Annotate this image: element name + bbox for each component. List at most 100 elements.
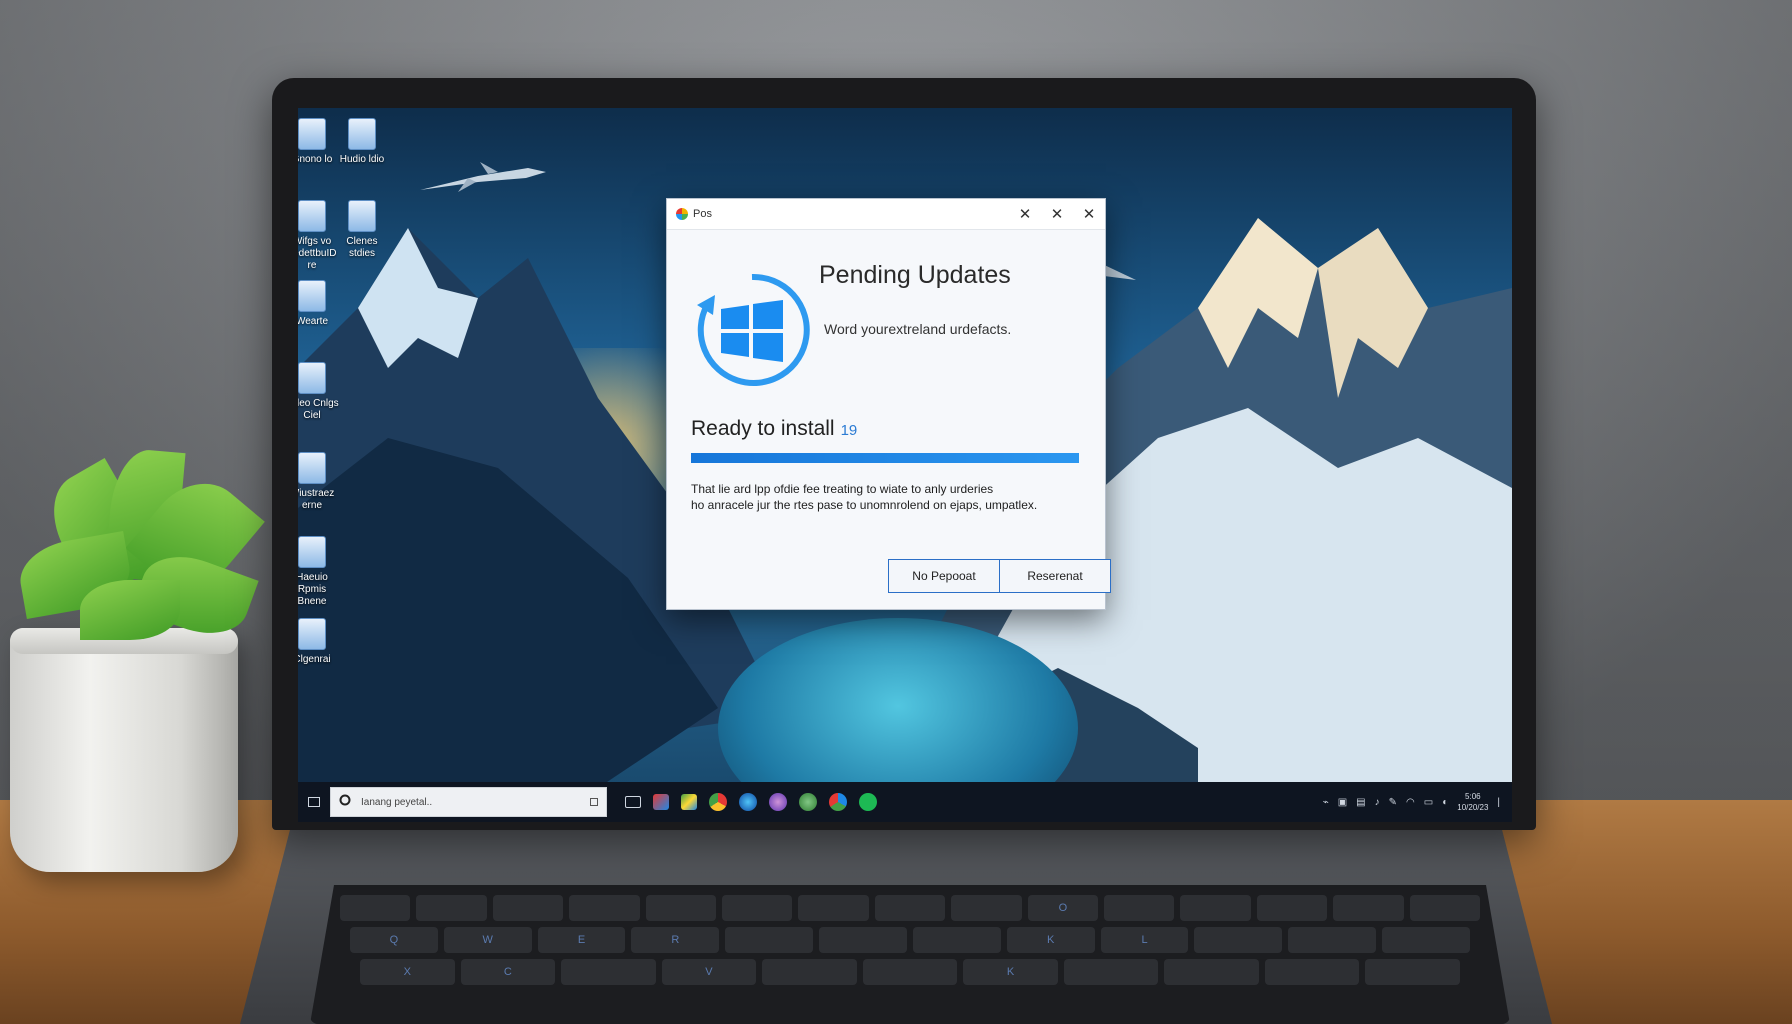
tray-battery-icon[interactable]: ▭ [1424, 797, 1433, 808]
taskbar: ⌁ ▣ ▤ ♪ ✎ ◠ ▭ ◐ 5:06 10/20/23 | [298, 782, 1512, 822]
chat-app-icon[interactable] [799, 793, 817, 811]
dialog-subtitle: Word yourextreland urdefacts. [824, 321, 1012, 337]
plant-pot [10, 628, 238, 872]
desktop-icon-label: Hudio ldio [339, 154, 385, 165]
keyboard-key [1365, 959, 1461, 985]
keyboard-key: V [661, 959, 757, 985]
keyboard-key: L [1100, 927, 1189, 953]
keyboard-key [874, 895, 946, 921]
task-view-button[interactable] [298, 797, 330, 807]
keyboard-key [819, 927, 907, 953]
keyboard-row-q: QWER KL [350, 927, 1470, 953]
status-label: Ready to install [691, 417, 835, 440]
keyboard-key [561, 959, 656, 985]
browser-app-icon[interactable] [709, 793, 727, 811]
keyboard: O QWERKL XCVK [310, 885, 1510, 1024]
dialog-window-title: Pos [693, 208, 712, 220]
keyboard-key: C [460, 959, 556, 985]
edge-app-icon[interactable] [739, 793, 757, 811]
dialog-heading: Pending Updates [819, 261, 1011, 289]
keyboard-key [492, 895, 564, 921]
photos-app-icon[interactable] [681, 794, 697, 810]
keyboard-key [1409, 895, 1481, 921]
keyboard-key [645, 895, 717, 921]
network-icon[interactable]: ⌁ [1323, 797, 1329, 808]
desktop-file-icon [298, 118, 326, 150]
desktop-icon-label: Wiustraez erne [298, 488, 335, 511]
tray-pen-icon[interactable]: ✎ [1389, 797, 1397, 808]
maximize-button[interactable]: ✕ [1041, 199, 1073, 229]
desktop-icon[interactable]: Clgenrai [298, 618, 342, 666]
desktop-screen: Gnono loHudio ldioWifgs vo pedettbuID re… [298, 108, 1512, 822]
app-icon [676, 208, 688, 220]
keyboard-key [1256, 895, 1328, 921]
keyboard-row-z: XC V K [360, 959, 1461, 985]
desktop-icon[interactable]: Clenes stdies [332, 200, 392, 260]
desktop-icon-label: Haeuio Rpmis Bnene [298, 572, 328, 607]
desktop-icon[interactable]: Hudio ldio [332, 118, 392, 166]
keyboard-key [1333, 895, 1404, 921]
no-postpone-button[interactable]: No Pepooat [889, 560, 999, 592]
keyboard-key: K [1006, 927, 1095, 953]
desktop-icon[interactable]: Wearte [298, 280, 342, 328]
jet-left-icon [420, 162, 546, 192]
dialog-body-line2: ho anracele jur the rtes pase to unomnro… [691, 498, 1038, 512]
desktop-file-icon [348, 118, 376, 150]
keyboard-key [862, 959, 958, 985]
tray-music-icon[interactable]: ♪ [1375, 797, 1380, 808]
desktop-file-icon [298, 536, 326, 568]
keyboard-key [798, 895, 869, 921]
desktop-icon[interactable]: Fldeo Cnlgs Ciel [298, 362, 342, 422]
dialog-body: That lie ard lpp ofdie fee treating to w… [691, 481, 1091, 513]
window-icon[interactable] [625, 796, 641, 808]
desktop-icon-label: Fldeo Cnlgs Ciel [298, 398, 339, 421]
media-app-icon[interactable] [769, 793, 787, 811]
pending-updates-dialog: Pos ✕ ✕ ✕ Pending Updates Word yourextre… [666, 198, 1111, 610]
dialog-body-line1: That lie ard lpp ofdie fee treating to w… [691, 482, 994, 496]
tray-window-icon[interactable]: ▣ [1338, 797, 1347, 808]
desktop-file-icon [298, 618, 326, 650]
progress-fill [691, 453, 1079, 463]
store-app-icon[interactable] [653, 794, 669, 810]
minimize-button[interactable]: ✕ [1009, 199, 1041, 229]
keyboard-key [1288, 927, 1377, 953]
keyboard-key [340, 895, 411, 921]
taskbar-search-box[interactable] [330, 787, 607, 817]
search-box-square-icon [590, 793, 598, 811]
desktop-file-icon [298, 452, 326, 484]
show-desktop-button[interactable]: | [1497, 797, 1500, 808]
system-tray: ⌁ ▣ ▤ ♪ ✎ ◠ ▭ ◐ 5:06 10/20/23 | [1323, 791, 1512, 813]
search-icon [339, 793, 351, 811]
keyboard-key [1180, 895, 1251, 921]
keyboard-key: E [537, 927, 626, 953]
tray-wifi-icon[interactable]: ◠ [1406, 797, 1415, 808]
progress-bar [691, 453, 1079, 463]
desktop-icon[interactable]: Wiustraez erne [298, 452, 342, 512]
desktop-icon[interactable]: Haeuio Rpmis Bnene [298, 536, 342, 608]
spotify-app-icon[interactable] [859, 793, 877, 811]
desktop-file-icon [298, 200, 326, 232]
restart-button[interactable]: Reserenat [999, 560, 1110, 592]
keyboard-key [1264, 959, 1360, 985]
dialog-titlebar: Pos ✕ ✕ ✕ [667, 199, 1105, 230]
close-button[interactable]: ✕ [1073, 199, 1105, 229]
keyboard-key [912, 927, 1001, 953]
tray-doc-icon[interactable]: ▤ [1356, 797, 1365, 808]
keyboard-key [416, 895, 487, 921]
chrome-app-icon[interactable] [829, 793, 847, 811]
desktop-file-icon [298, 280, 326, 312]
keyboard-key [951, 895, 1022, 921]
keyboard-key [1194, 927, 1283, 953]
keyboard-row-top: O [340, 895, 1481, 921]
status-count: 19 [840, 422, 858, 439]
desktop-icon-label: Clenes stdies [346, 236, 378, 259]
status-line: Ready to install 19 [691, 417, 857, 441]
keyboard-key: Q [350, 927, 438, 953]
search-input[interactable] [359, 795, 590, 809]
keyboard-key [1104, 895, 1175, 921]
keyboard-key [1063, 959, 1159, 985]
taskbar-clock[interactable]: 5:06 10/20/23 [1457, 791, 1488, 813]
keyboard-key [722, 895, 793, 921]
tray-speaker-icon[interactable]: ◐ [1442, 797, 1448, 808]
windows-update-logo-icon [689, 267, 815, 393]
